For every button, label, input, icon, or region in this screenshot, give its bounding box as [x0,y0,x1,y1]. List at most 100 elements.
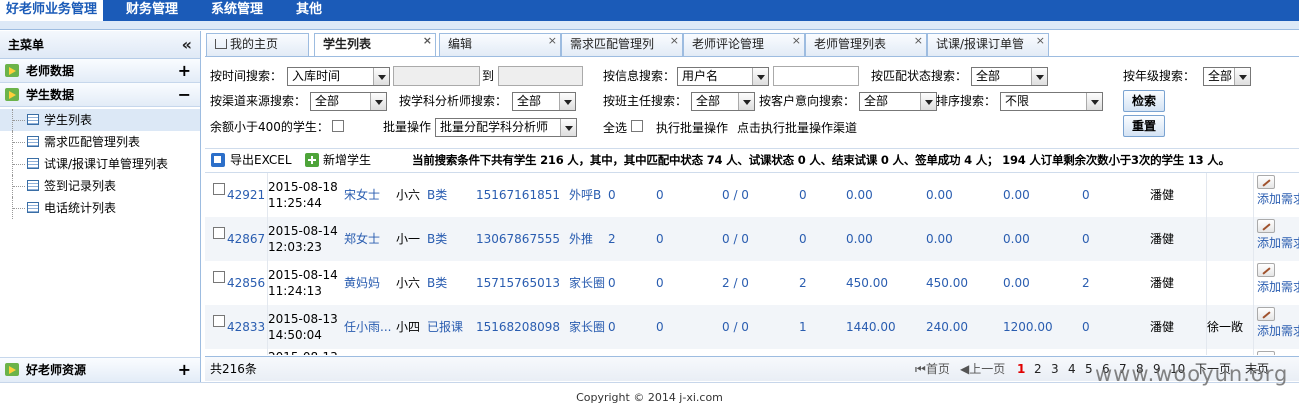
row-checkbox[interactable] [213,227,225,239]
close-icon[interactable]: × [670,30,679,51]
cell-source[interactable] [569,349,609,355]
row-checkbox[interactable] [213,271,225,283]
collapse-group-icon[interactable]: − [178,83,191,107]
cell-cls[interactable]: 已报课 [427,305,475,349]
row-checkbox[interactable] [213,183,225,195]
cell-e[interactable] [846,349,925,355]
match-status-select[interactable]: 全部 [971,67,1048,86]
start-date-input[interactable] [393,66,480,86]
cell-d[interactable] [799,349,845,355]
end-date-input[interactable] [498,66,583,86]
tab-student-list[interactable]: 学生列表 × [314,33,436,57]
page-1[interactable]: 1 [1017,357,1025,381]
cell-h[interactable]: 0 [1082,305,1148,349]
nav-teacher-business[interactable]: 好老师业务管理 [0,0,104,21]
cell-a[interactable] [608,349,656,355]
sort-select[interactable]: 不限 [1000,92,1103,111]
cell-id[interactable]: 42833 [227,305,267,349]
sidebar-item-call-stats[interactable]: 电话统计列表 [0,197,200,219]
cell-f[interactable]: 0.00 [926,217,1003,261]
cell-a[interactable]: 0 [608,305,656,349]
page-3[interactable]: 3 [1051,357,1059,381]
sidebar-group-teacher-data[interactable]: 老师数据 + [0,59,200,83]
select-all-checkbox[interactable] [631,120,643,132]
search-button[interactable]: 检索 [1123,90,1165,112]
info-search-input[interactable] [773,66,859,86]
nav-system[interactable]: 系统管理 [205,0,269,21]
table-row[interactable]: 42833 2015-08-13 14:50:04 任小雨... 小四 已报课 151682… [205,305,1299,349]
cell-h[interactable] [1082,349,1148,355]
page-4[interactable]: 4 [1068,357,1076,381]
cell-e[interactable]: 1440.00 [846,305,925,349]
row-checkbox[interactable] [213,315,225,327]
cell-b[interactable]: 0 [656,261,722,305]
channel-select[interactable]: 全部 [310,92,387,111]
export-excel-button[interactable]: 导出EXCEL [230,149,292,171]
sidebar-group-teacher-resources[interactable]: 好老师资源 + [0,358,200,382]
cell-d[interactable]: 1 [799,305,845,349]
close-icon[interactable]: × [548,30,557,51]
edit-icon[interactable] [1257,219,1275,233]
balance-filter-checkbox[interactable] [332,120,344,132]
grade-select[interactable]: 全部 [1203,67,1251,86]
add-demand-link[interactable]: 添加需求 [1257,323,1299,339]
sidebar-item-demand-match[interactable]: 需求匹配管理列表 [0,131,200,153]
execute-batch-link[interactable]: 执行批量操作 [656,118,728,138]
tab-trial-orders[interactable]: 试课/报课订单管 × [927,33,1049,56]
add-student-button[interactable]: 新增学生 [323,149,371,171]
cell-c[interactable] [722,349,799,355]
table-row[interactable]: 42921 2015-08-18 11:25:44 宋女士 小六 B类 1516716185… [205,173,1299,217]
cell-phone[interactable]: 15167161851 [476,173,568,217]
close-icon[interactable]: × [914,30,923,51]
sidebar-item-student-list[interactable]: 学生列表 [0,109,200,131]
cell-f[interactable] [926,349,1003,355]
close-icon[interactable]: × [792,30,801,51]
cell-id[interactable]: 42856 [227,261,267,305]
cell-d[interactable]: 0 [799,173,845,217]
cell-h[interactable]: 2 [1082,261,1148,305]
page-5[interactable]: 5 [1085,357,1093,381]
cell-e[interactable]: 0.00 [846,217,925,261]
sidebar-group-student-data[interactable]: 学生数据 − [0,83,200,107]
nav-finance[interactable]: 财务管理 [120,0,184,21]
table-row[interactable]: 42856 2015-08-14 11:24:13 黄妈妈 小六 B类 1571576501… [205,261,1299,305]
cell-b[interactable]: 0 [656,217,722,261]
cell-f[interactable]: 0.00 [926,173,1003,217]
cell-e[interactable]: 0.00 [846,173,925,217]
cell-c[interactable]: 0 / 0 [722,217,799,261]
edit-icon[interactable] [1257,351,1275,355]
cell-a[interactable]: 0 [608,261,656,305]
add-demand-link[interactable]: 添加需求 [1257,279,1299,295]
cell-name[interactable]: 任小雨... [344,305,396,349]
cell-phone[interactable] [476,349,568,355]
info-type-select[interactable]: 用户名 [677,67,769,86]
cell-g[interactable] [1003,349,1081,355]
add-demand-link[interactable]: 添加需求 [1257,191,1299,207]
collapse-icon[interactable]: « [182,31,192,59]
add-demand-link[interactable]: 添加需求 [1257,235,1299,251]
table-row[interactable]: 42867 2015-08-14 12:03:23 郑女士 小一 B类 1306786755… [205,217,1299,261]
expand-icon[interactable]: + [178,59,191,83]
cell-h[interactable]: 0 [1082,217,1148,261]
expand-icon[interactable]: + [178,358,191,382]
cell-e[interactable]: 450.00 [846,261,925,305]
cell-phone[interactable]: 13067867555 [476,217,568,261]
close-icon[interactable]: × [423,30,432,51]
prev-page-button[interactable]: ◀上一页 [960,357,1005,381]
cell-a[interactable]: 0 [608,173,656,217]
tab-demand-match[interactable]: 需求匹配管理列 × [561,33,683,56]
cell-phone[interactable]: 15168208098 [476,305,568,349]
cell-a[interactable]: 2 [608,217,656,261]
tab-edit[interactable]: 编辑 × [439,33,561,56]
cell-c[interactable]: 2 / 0 [722,261,799,305]
execute-channel-link[interactable]: 点击执行批量操作渠道 [737,118,857,138]
cell-f[interactable]: 450.00 [926,261,1003,305]
cell-id[interactable]: 42921 [227,173,267,217]
cell-id[interactable]: 42867 [227,217,267,261]
edit-icon[interactable] [1257,263,1275,277]
cell-h[interactable]: 0 [1082,173,1148,217]
nav-other[interactable]: 其他 [290,0,328,21]
cell-g[interactable]: 1200.00 [1003,305,1081,349]
cell-source[interactable]: 外呼B [569,173,609,217]
time-type-select[interactable]: 入库时间 [287,67,390,86]
